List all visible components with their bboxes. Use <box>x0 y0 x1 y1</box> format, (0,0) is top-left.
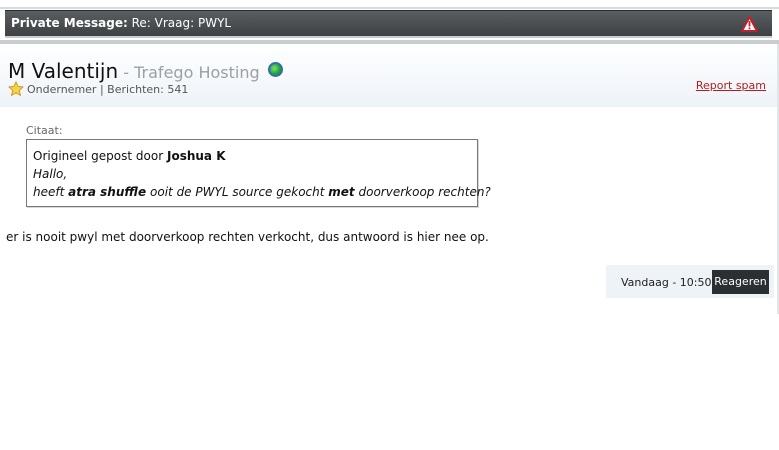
quote-text-c: ooit de PWYL source gekocht <box>150 185 325 199</box>
quote-text-d: met <box>328 185 355 199</box>
private-message-header: Private Message: Re: Vraag: PWYL <box>5 10 772 36</box>
quote-text-b: atra shuffle <box>68 185 147 199</box>
quote-posted-by-user[interactable]: Joshua K <box>167 149 226 163</box>
post-footer: Vandaag - 10:50 Reageren <box>606 265 774 298</box>
reply-button[interactable]: Reageren <box>712 270 769 294</box>
quote-box: Origineel gepost door Joshua K Hallo, he… <box>26 139 491 207</box>
quote-text-e: doorverkoop rechten? <box>358 185 491 199</box>
warning-triangle-icon[interactable] <box>741 16 758 32</box>
post-timestamp: Vandaag - 10:50 <box>621 276 712 289</box>
post-body: er is nooit pwyl met doorverkoop rechten… <box>6 230 489 244</box>
quote-line-greeting: Hallo, <box>33 167 68 181</box>
quote-posted-by-prefix: Origineel gepost door <box>33 149 164 163</box>
author-line: M Valentijn - Trafego Hosting <box>8 59 283 83</box>
author-name[interactable]: M Valentijn <box>8 59 118 83</box>
meta-separator: | <box>96 83 108 96</box>
report-spam-link[interactable]: Report spam <box>696 79 766 92</box>
header-title: Private Message: Re: Vraag: PWYL <box>11 16 231 30</box>
quote-label: Citaat: <box>26 124 63 137</box>
online-status-icon <box>267 62 283 77</box>
author-rank: Ondernemer <box>27 83 97 96</box>
quote-line-question: heeft atra shuffle ooit de PWYL source g… <box>33 185 491 199</box>
quote-text-a: heeft <box>33 185 65 199</box>
posts-count: 541 <box>167 83 189 96</box>
header-title-subject: Re: Vraag: PWYL <box>131 16 232 30</box>
author-separator: - <box>118 63 135 82</box>
author-meta-text: Ondernemer | Berichten: 541 <box>27 83 188 96</box>
quote-attribution: Origineel gepost door Joshua K <box>33 149 226 163</box>
header-title-prefix: Private Message: <box>11 16 128 30</box>
posts-label: Berichten: <box>107 83 164 96</box>
header-shadow <box>5 36 772 38</box>
author-company: Trafego Hosting <box>134 63 260 82</box>
post-author-header: M Valentijn - Trafego Hosting Ondernemer… <box>0 44 777 107</box>
top-divider <box>0 7 779 9</box>
star-icon <box>8 81 24 96</box>
